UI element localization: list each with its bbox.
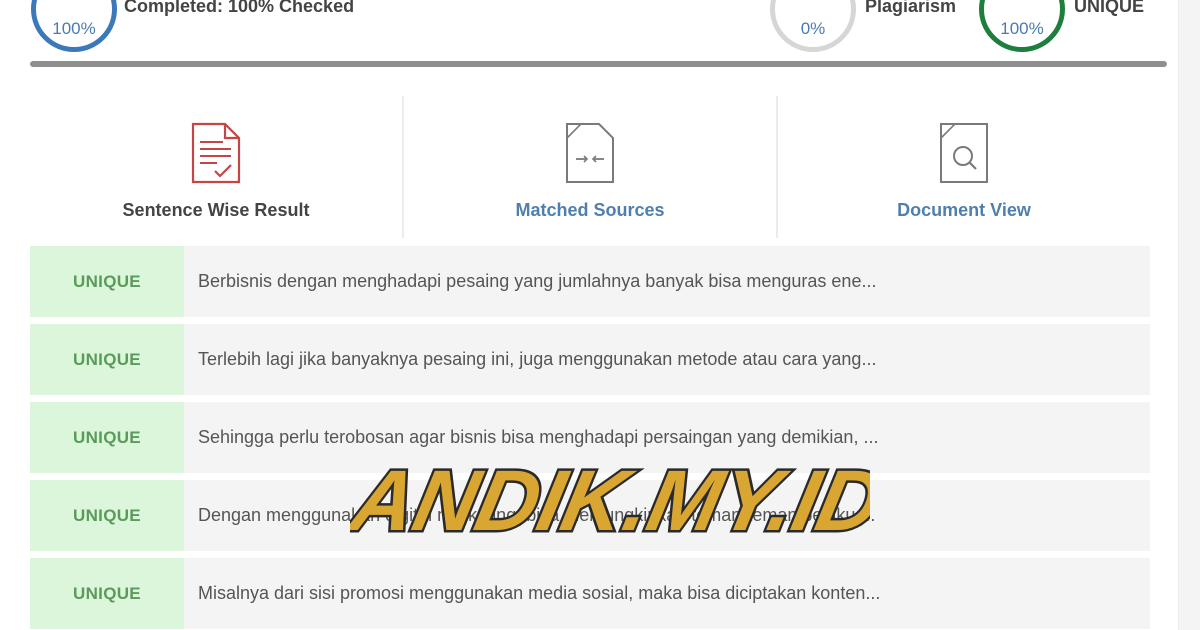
unique-ring: 100% [979, 0, 1065, 52]
document-search-icon [940, 123, 988, 183]
status-badge: UNIQUE [30, 246, 184, 317]
progress-divider [30, 61, 1167, 67]
result-tabs: Sentence Wise Result Matched Sources Doc… [30, 96, 1150, 238]
sentence-text: Terlebih lagi jika banyaknya pesaing ini… [198, 349, 877, 369]
sentence-text: Dengan menggunakan digital marketing, bi… [198, 505, 876, 525]
plagiarism-label: Plagiarism [865, 0, 957, 16]
status-badge: UNIQUE [30, 480, 184, 551]
unique-percent: 100% [1000, 19, 1044, 38]
result-row[interactable]: UNIQUE Berbisnis dengan menghadapi pesai… [30, 246, 1150, 317]
tab-document-view[interactable]: Document View [776, 96, 1150, 238]
plagiarism-percent: 0% [800, 19, 826, 38]
sentence-text: Misalnya dari sisi promosi menggunakan m… [198, 583, 881, 603]
status-badge: UNIQUE [30, 402, 184, 473]
tab-label: Document View [897, 200, 1031, 220]
status-text: Completed: 100% Checked [124, 0, 355, 16]
document-compare-icon [566, 123, 614, 183]
plagiarism-ring: 0% [770, 0, 856, 52]
status-badge: UNIQUE [30, 324, 184, 395]
progress-percent: 100% [52, 19, 96, 38]
tab-label: Matched Sources [515, 200, 665, 220]
progress-ring: 100% [31, 0, 117, 52]
sentence-text: Berbisnis dengan menghadapi pesaing yang… [198, 271, 877, 291]
result-header: 100% Completed: 100% Checked 0% Plagiari… [0, 0, 1180, 67]
status-badge: UNIQUE [30, 558, 184, 629]
document-check-icon [191, 122, 241, 184]
result-row[interactable]: UNIQUE Terlebih lagi jika banyaknya pesa… [30, 324, 1150, 395]
unique-label: UNIQUE [1074, 0, 1145, 16]
result-row[interactable]: UNIQUE Misalnya dari sisi promosi menggu… [30, 558, 1150, 629]
sentence-result-list: UNIQUE Berbisnis dengan menghadapi pesai… [30, 246, 1150, 630]
page-scroll-edge [1178, 0, 1200, 630]
sentence-text: Sehingga perlu terobosan agar bisnis bis… [198, 427, 879, 447]
tab-matched-sources[interactable]: Matched Sources [402, 96, 776, 238]
tab-label: Sentence Wise Result [122, 200, 310, 220]
result-row[interactable]: UNIQUE Sehingga perlu terobosan agar bis… [30, 402, 1150, 473]
result-row[interactable]: UNIQUE Dengan menggunakan digital market… [30, 480, 1150, 551]
tab-sentence-wise-result[interactable]: Sentence Wise Result [30, 96, 402, 238]
